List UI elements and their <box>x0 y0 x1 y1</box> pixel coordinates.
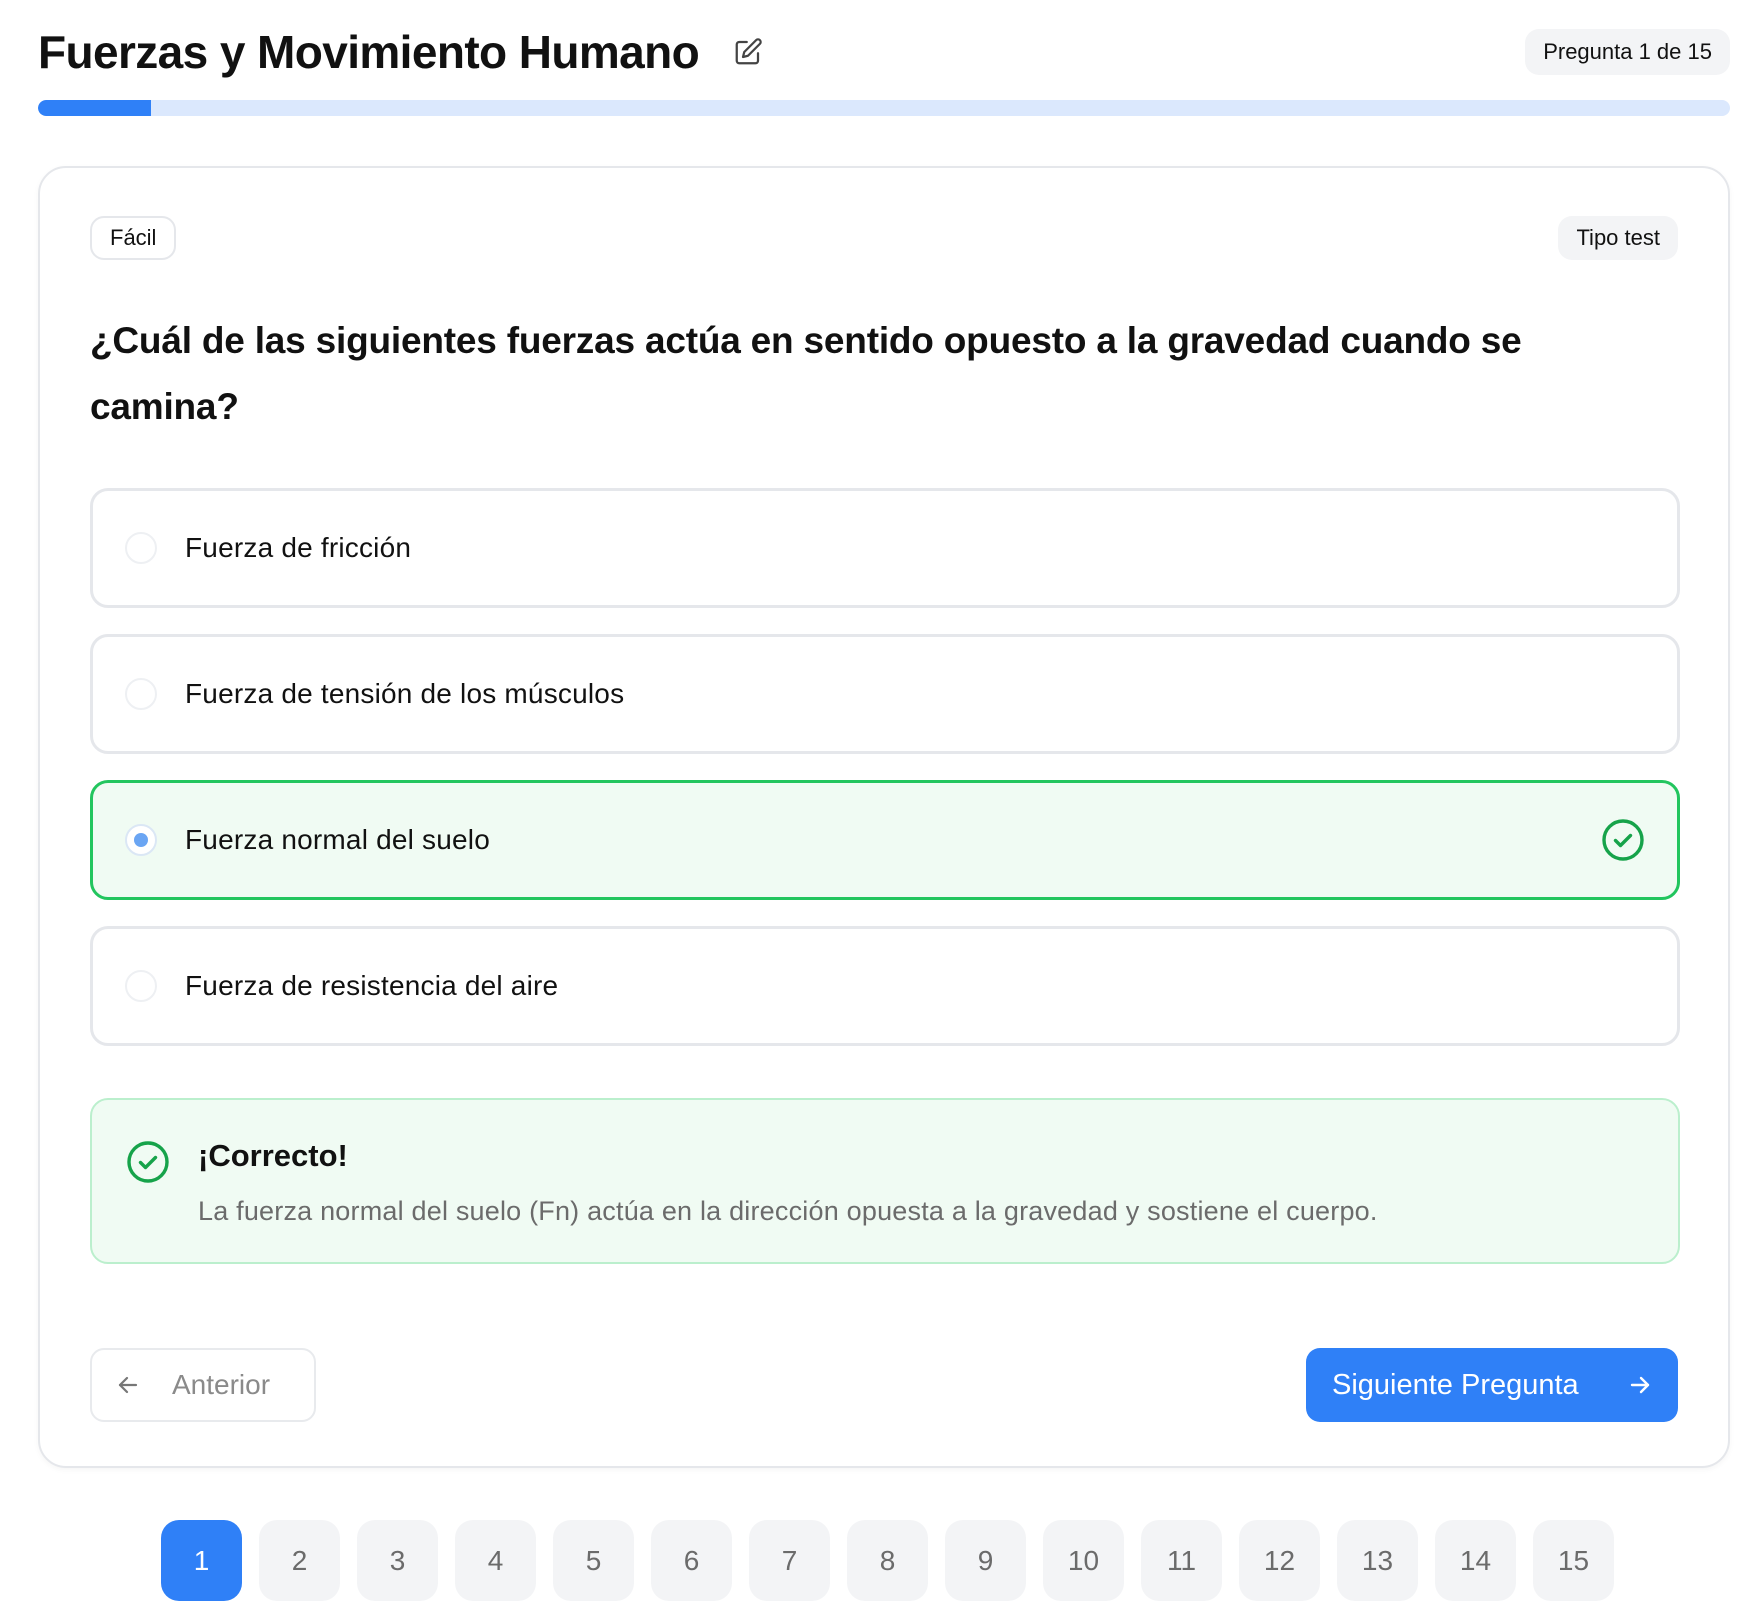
edit-icon[interactable] <box>733 37 763 67</box>
question-card: Fácil Tipo test ¿Cuál de las siguientes … <box>38 166 1730 1468</box>
feedback-panel: ¡Correcto! La fuerza normal del suelo (F… <box>90 1098 1680 1264</box>
radio-button[interactable] <box>125 532 157 564</box>
page-button-7[interactable]: 7 <box>749 1520 830 1601</box>
option-item-selected-correct[interactable]: Fuerza normal del suelo <box>90 780 1680 900</box>
page-button-2[interactable]: 2 <box>259 1520 340 1601</box>
title-wrap: Fuerzas y Movimiento Humano <box>38 25 763 79</box>
page-button-11[interactable]: 11 <box>1141 1520 1222 1601</box>
question-type-badge: Tipo test <box>1558 216 1678 260</box>
radio-button-selected[interactable] <box>125 824 157 856</box>
page-title: Fuerzas y Movimiento Humano <box>38 26 700 78</box>
page-button-13[interactable]: 13 <box>1337 1520 1418 1601</box>
check-circle-icon <box>1599 816 1647 864</box>
quiz-page: Fuerzas y Movimiento Humano Pregunta 1 d… <box>0 0 1760 1624</box>
page-button-12[interactable]: 12 <box>1239 1520 1320 1601</box>
page-button-5[interactable]: 5 <box>553 1520 634 1601</box>
progress-bar <box>38 100 1730 116</box>
header: Fuerzas y Movimiento Humano Pregunta 1 d… <box>38 22 1730 82</box>
page-button-8[interactable]: 8 <box>847 1520 928 1601</box>
radio-button[interactable] <box>125 678 157 710</box>
page-button-3[interactable]: 3 <box>357 1520 438 1601</box>
radio-dot <box>134 833 148 847</box>
progress-fill <box>38 100 151 116</box>
page-button-6[interactable]: 6 <box>651 1520 732 1601</box>
previous-button[interactable]: Anterior <box>90 1348 316 1422</box>
next-question-button[interactable]: Siguiente Pregunta <box>1306 1348 1678 1422</box>
page-button-1[interactable]: 1 <box>161 1520 242 1601</box>
option-item[interactable]: Fuerza de tensión de los músculos <box>90 634 1680 754</box>
page-button-15[interactable]: 15 <box>1533 1520 1614 1601</box>
options-list: Fuerza de fricción Fuerza de tensión de … <box>90 488 1680 1072</box>
question-text: ¿Cuál de las siguientes fuerzas actúa en… <box>90 320 1522 427</box>
page-button-14[interactable]: 14 <box>1435 1520 1516 1601</box>
page-button-9[interactable]: 9 <box>945 1520 1026 1601</box>
option-label: Fuerza de fricción <box>185 532 412 563</box>
option-item[interactable]: Fuerza de fricción <box>90 488 1680 608</box>
option-label: Fuerza de resistencia del aire <box>185 970 559 1001</box>
radio-button[interactable] <box>125 970 157 1002</box>
feedback-explanation: La fuerza normal del suelo (Fn) actúa en… <box>198 1196 1378 1226</box>
difficulty-badge: Fácil <box>90 216 177 260</box>
page-button-10[interactable]: 10 <box>1043 1520 1124 1601</box>
page-button-4[interactable]: 4 <box>455 1520 536 1601</box>
next-button-label: Siguiente Pregunta <box>1332 1368 1579 1401</box>
feedback-title: ¡Correcto! <box>198 1138 348 1173</box>
previous-button-label: Anterior <box>172 1369 271 1400</box>
option-label: Fuerza de tensión de los músculos <box>185 678 625 709</box>
arrow-left-icon <box>114 1371 142 1399</box>
question-counter-badge: Pregunta 1 de 15 <box>1525 29 1730 75</box>
option-label: Fuerza normal del suelo <box>185 824 490 855</box>
check-circle-icon <box>124 1138 172 1186</box>
option-item[interactable]: Fuerza de resistencia del aire <box>90 926 1680 1046</box>
question-pager: 1 2 3 4 5 6 7 8 9 10 11 12 13 14 15 <box>161 1520 1614 1601</box>
arrow-right-icon <box>1626 1371 1654 1399</box>
